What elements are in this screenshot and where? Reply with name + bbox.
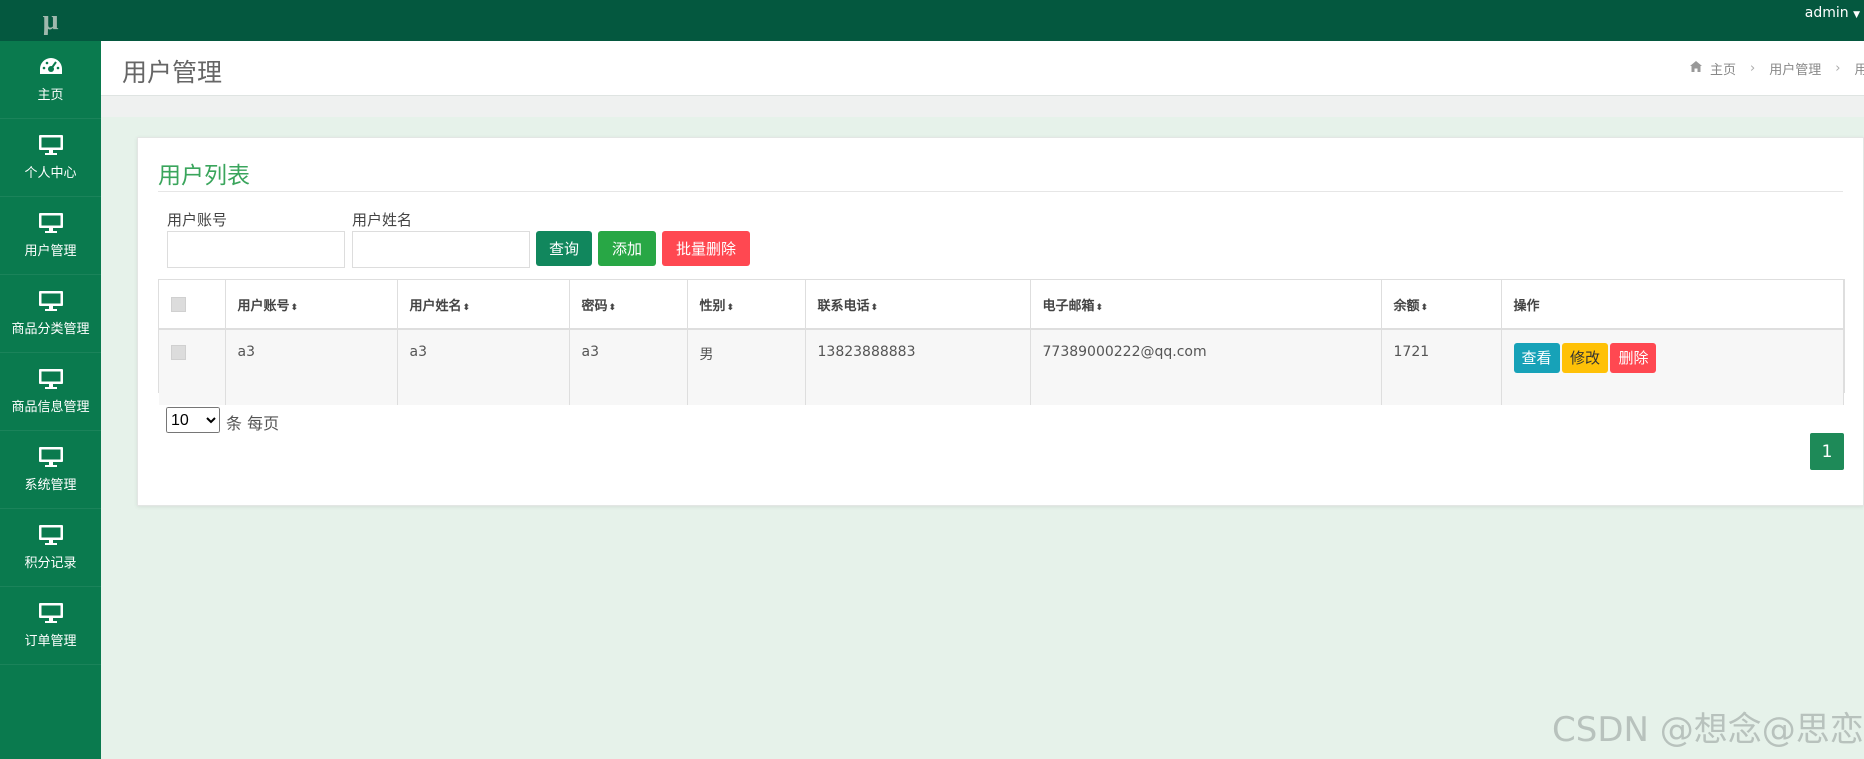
sidebar: μ 主页 个人中心 用户管理 商品分类管理 商品信息管理 系统管理 积分记录 订… bbox=[0, 0, 101, 759]
column-header-label: 余额 bbox=[1393, 298, 1420, 314]
breadcrumb-user-management[interactable]: 用户管理 bbox=[1769, 59, 1821, 78]
cell-phone: 13823888883 bbox=[805, 329, 1031, 405]
cell-actions: 查看 修改 删除 bbox=[1501, 329, 1844, 405]
column-header-actions: 操作 bbox=[1501, 280, 1844, 330]
dashboard-icon bbox=[39, 58, 62, 74]
watermark: CSDN @想念@思恋 bbox=[1552, 710, 1864, 750]
account-label: 用户账号 bbox=[167, 211, 228, 229]
monitor-icon bbox=[38, 369, 63, 389]
cell-gender: 男 bbox=[687, 329, 806, 405]
monitor-icon bbox=[38, 447, 63, 467]
column-header-account[interactable]: 用户账号⬍ bbox=[225, 280, 398, 330]
sort-icon: ⬍ bbox=[1420, 302, 1429, 313]
row-select-cell bbox=[159, 329, 226, 405]
home-icon bbox=[1690, 61, 1702, 76]
user-list-card: 用户列表 用户账号 用户姓名 查询 添加 批量删除 用户账号⬍ 用户姓名⬍ 密码… bbox=[137, 137, 1864, 506]
sort-icon: ⬍ bbox=[1095, 302, 1104, 313]
logo: μ bbox=[0, 0, 101, 41]
page-title: 用户管理 bbox=[122, 58, 223, 87]
caret-down-icon: ▼ bbox=[1853, 10, 1860, 20]
column-header-name[interactable]: 用户姓名⬍ bbox=[397, 280, 570, 330]
breadcrumb-current: 用 bbox=[1854, 63, 1864, 78]
sort-icon: ⬍ bbox=[462, 302, 471, 313]
sidebar-item-label: 用户管理 bbox=[24, 244, 77, 259]
column-header-gender[interactable]: 性别⬍ bbox=[687, 280, 806, 330]
column-header-label: 用户姓名 bbox=[409, 298, 462, 314]
card-title: 用户列表 bbox=[158, 163, 250, 189]
sidebar-item-order-management[interactable]: 订单管理 bbox=[0, 587, 101, 665]
page-header: 用户管理 主页 › 用户管理 › 用 bbox=[101, 41, 1864, 96]
cell-password: a3 bbox=[569, 329, 688, 405]
query-button[interactable]: 查询 bbox=[536, 231, 592, 266]
column-header-label: 用户账号 bbox=[237, 298, 290, 314]
page-size-label: 条 每页 bbox=[226, 414, 280, 433]
column-header-label: 联系电话 bbox=[817, 298, 870, 314]
monitor-icon bbox=[38, 525, 63, 545]
column-header-email[interactable]: 电子邮箱⬍ bbox=[1030, 280, 1382, 330]
batch-delete-button[interactable]: 批量删除 bbox=[662, 231, 750, 266]
name-label: 用户姓名 bbox=[352, 211, 413, 229]
sidebar-item-personal-center[interactable]: 个人中心 bbox=[0, 119, 101, 197]
sidebar-item-category-management[interactable]: 商品分类管理 bbox=[0, 275, 101, 353]
view-button[interactable]: 查看 bbox=[1513, 343, 1560, 373]
column-header-label: 性别 bbox=[699, 298, 726, 314]
monitor-icon bbox=[38, 603, 63, 623]
sort-icon: ⬍ bbox=[726, 302, 735, 313]
sidebar-item-product-management[interactable]: 商品信息管理 bbox=[0, 353, 101, 431]
sidebar-item-system-management[interactable]: 系统管理 bbox=[0, 431, 101, 509]
column-header-label: 电子邮箱 bbox=[1042, 298, 1095, 314]
sidebar-item-label: 订单管理 bbox=[24, 634, 77, 649]
sidebar-item-label: 商品信息管理 bbox=[11, 400, 90, 415]
column-header-label: 密码 bbox=[581, 298, 608, 314]
sidebar-item-label: 主页 bbox=[37, 88, 64, 103]
top-bar: admin ▼ bbox=[101, 0, 1864, 41]
add-button[interactable]: 添加 bbox=[598, 231, 656, 266]
sidebar-item-label: 积分记录 bbox=[24, 556, 77, 571]
monitor-icon bbox=[38, 213, 63, 233]
header-band bbox=[101, 96, 1864, 117]
table-header-row: 用户账号⬍ 用户姓名⬍ 密码⬍ 性别⬍ 联系电话⬍ 电子邮箱⬍ 余额⬍ 操作 bbox=[159, 280, 1844, 330]
cell-account: a3 bbox=[225, 329, 398, 405]
account-search-input[interactable] bbox=[167, 231, 345, 268]
name-search-input[interactable] bbox=[352, 231, 530, 268]
sort-icon: ⬍ bbox=[608, 302, 617, 313]
divider bbox=[158, 191, 1843, 192]
table-row: a3 a3 a3 男 13823888883 77389000222@qq.co… bbox=[159, 329, 1844, 405]
sidebar-item-points-records[interactable]: 积分记录 bbox=[0, 509, 101, 587]
chevron-right-icon: › bbox=[1750, 61, 1756, 76]
sidebar-item-label: 系统管理 bbox=[24, 478, 77, 493]
sort-icon: ⬍ bbox=[290, 302, 299, 313]
user-table: 用户账号⬍ 用户姓名⬍ 密码⬍ 性别⬍ 联系电话⬍ 电子邮箱⬍ 余额⬍ 操作 a… bbox=[158, 279, 1845, 405]
cell-name: a3 bbox=[397, 329, 570, 405]
edit-button[interactable]: 修改 bbox=[1561, 343, 1608, 373]
column-header-password[interactable]: 密码⬍ bbox=[569, 280, 688, 330]
breadcrumb: 主页 › 用户管理 › 用 bbox=[1690, 59, 1864, 78]
delete-button[interactable]: 删除 bbox=[1610, 343, 1657, 373]
sort-icon: ⬍ bbox=[870, 302, 879, 313]
column-header-phone[interactable]: 联系电话⬍ bbox=[805, 280, 1031, 330]
monitor-icon bbox=[38, 135, 63, 155]
breadcrumb-home[interactable]: 主页 bbox=[1710, 59, 1736, 78]
user-name: admin bbox=[1804, 5, 1849, 21]
sidebar-item-label: 个人中心 bbox=[24, 166, 77, 181]
chevron-right-icon: › bbox=[1835, 61, 1841, 76]
page-size-select[interactable]: 10 bbox=[166, 407, 220, 433]
sidebar-item-user-management[interactable]: 用户管理 bbox=[0, 197, 101, 275]
monitor-icon bbox=[38, 291, 63, 311]
sidebar-item-label: 商品分类管理 bbox=[11, 322, 90, 337]
sidebar-item-home[interactable]: 主页 bbox=[0, 41, 101, 119]
row-checkbox[interactable] bbox=[171, 344, 186, 360]
page-1-button[interactable]: 1 bbox=[1810, 433, 1844, 470]
select-all-checkbox[interactable] bbox=[171, 296, 186, 312]
select-all-cell bbox=[159, 280, 226, 330]
user-menu[interactable]: admin ▼ bbox=[1805, 5, 1860, 21]
cell-email: 77389000222@qq.com bbox=[1030, 329, 1382, 405]
cell-balance: 1721 bbox=[1381, 329, 1502, 405]
column-header-balance[interactable]: 余额⬍ bbox=[1381, 280, 1502, 330]
